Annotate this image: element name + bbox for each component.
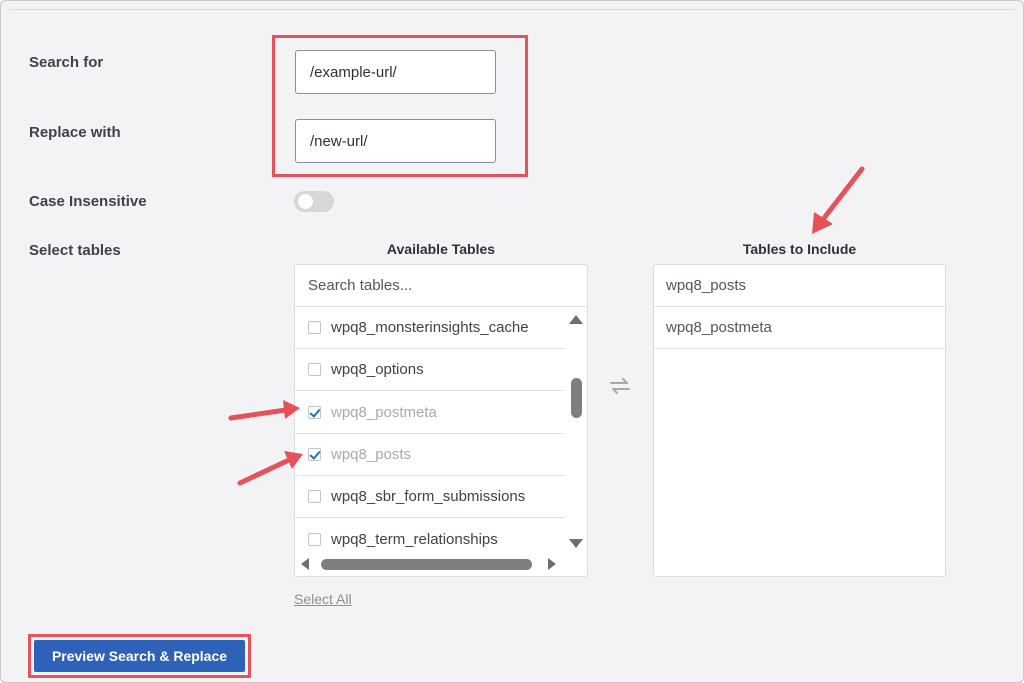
table-name: wpq8_options (331, 361, 424, 379)
triangle-up-icon[interactable] (569, 315, 583, 324)
scroll-thumb-horizontal[interactable] (321, 559, 532, 570)
table-list-item[interactable]: wpq8_posts (295, 434, 565, 476)
table-checkbox[interactable] (308, 490, 321, 504)
search-for-label: Search for (29, 54, 104, 71)
vertical-scrollbar[interactable] (565, 307, 586, 554)
scroll-thumb[interactable] (571, 378, 582, 418)
table-checkbox[interactable] (308, 532, 321, 546)
triangle-left-icon[interactable] (301, 558, 309, 570)
case-insensitive-label: Case Insensitive (29, 193, 147, 210)
toggle-knob (298, 194, 313, 209)
table-list-item[interactable]: wpq8_sbr_form_submissions (295, 476, 565, 519)
triangle-right-icon[interactable] (548, 558, 556, 570)
horizontal-scrollbar[interactable] (295, 554, 586, 576)
replace-with-label: Replace with (29, 124, 121, 141)
included-table-item[interactable]: wpq8_posts (654, 265, 945, 307)
available-tables-panel: wpq8_monsterinsights_cache wpq8_optionswp… (294, 264, 588, 577)
table-name: wpq8_postmeta (331, 403, 437, 421)
table-checkbox[interactable] (308, 321, 321, 334)
table-name: wpq8_posts (331, 445, 412, 463)
table-list-item[interactable]: wpq8_postmeta (295, 392, 565, 434)
search-for-input[interactable] (295, 50, 496, 94)
table-name: wpq8_term_relationships (331, 530, 498, 548)
available-tables-title: Available Tables (386, 241, 496, 257)
table-checkbox[interactable] (308, 363, 321, 377)
tables-to-include-title: Tables to Include (742, 241, 857, 257)
replace-with-input[interactable] (295, 119, 496, 163)
search-tables-input[interactable] (295, 265, 587, 307)
tables-to-include-panel: wpq8_posts wpq8_postmeta (653, 264, 946, 577)
table-name: wpq8_monsterinsights_cache (331, 319, 529, 336)
select-all-link[interactable]: Select All (294, 591, 352, 607)
swap-arrows-icon[interactable] (608, 376, 632, 396)
table-list-item[interactable]: wpq8_options (295, 349, 565, 392)
table-name: wpq8_sbr_form_submissions (331, 488, 526, 506)
case-insensitive-toggle[interactable] (294, 191, 334, 212)
select-tables-label: Select tables (29, 242, 121, 259)
table-checkbox[interactable] (308, 447, 321, 461)
preview-search-replace-button[interactable]: Preview Search & Replace (34, 640, 245, 672)
table-list-item[interactable]: wpq8_monsterinsights_cache (295, 307, 565, 349)
table-checkbox[interactable] (308, 405, 321, 419)
triangle-down-icon[interactable] (569, 539, 583, 548)
included-table-item[interactable]: wpq8_postmeta (654, 307, 945, 349)
divider (10, 9, 1015, 10)
